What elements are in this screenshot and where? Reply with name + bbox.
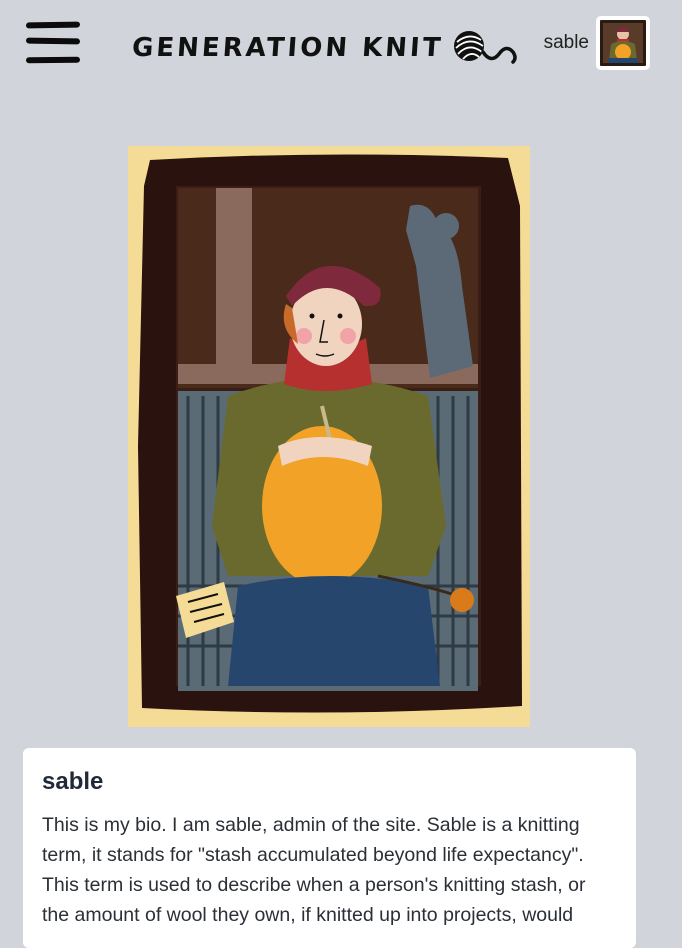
site-logo[interactable]: GENERATION KNIT bbox=[130, 28, 523, 68]
avatar[interactable] bbox=[596, 16, 650, 70]
username-label: sable bbox=[543, 32, 589, 53]
profile-card: sable This is my bio. I am sable, admin … bbox=[23, 748, 636, 948]
logo-text: GENERATION KNIT bbox=[130, 33, 445, 63]
profile-bio: This is my bio. I am sable, admin of the… bbox=[42, 814, 586, 926]
user-menu[interactable]: sable bbox=[544, 16, 650, 70]
user-avatar-thumbnail-icon bbox=[600, 20, 646, 66]
profile-illustration-knitter-icon bbox=[128, 146, 530, 727]
yarn-ball-icon bbox=[454, 31, 518, 64]
hamburger-menu-button[interactable] bbox=[25, 21, 82, 68]
menu-bar bbox=[25, 37, 81, 45]
profile-image bbox=[128, 146, 530, 727]
menu-bar bbox=[25, 56, 81, 64]
profile-name: sable bbox=[42, 768, 104, 795]
menu-bar bbox=[25, 21, 81, 29]
site-header: GENERATION KNIT sable bbox=[0, 0, 682, 90]
